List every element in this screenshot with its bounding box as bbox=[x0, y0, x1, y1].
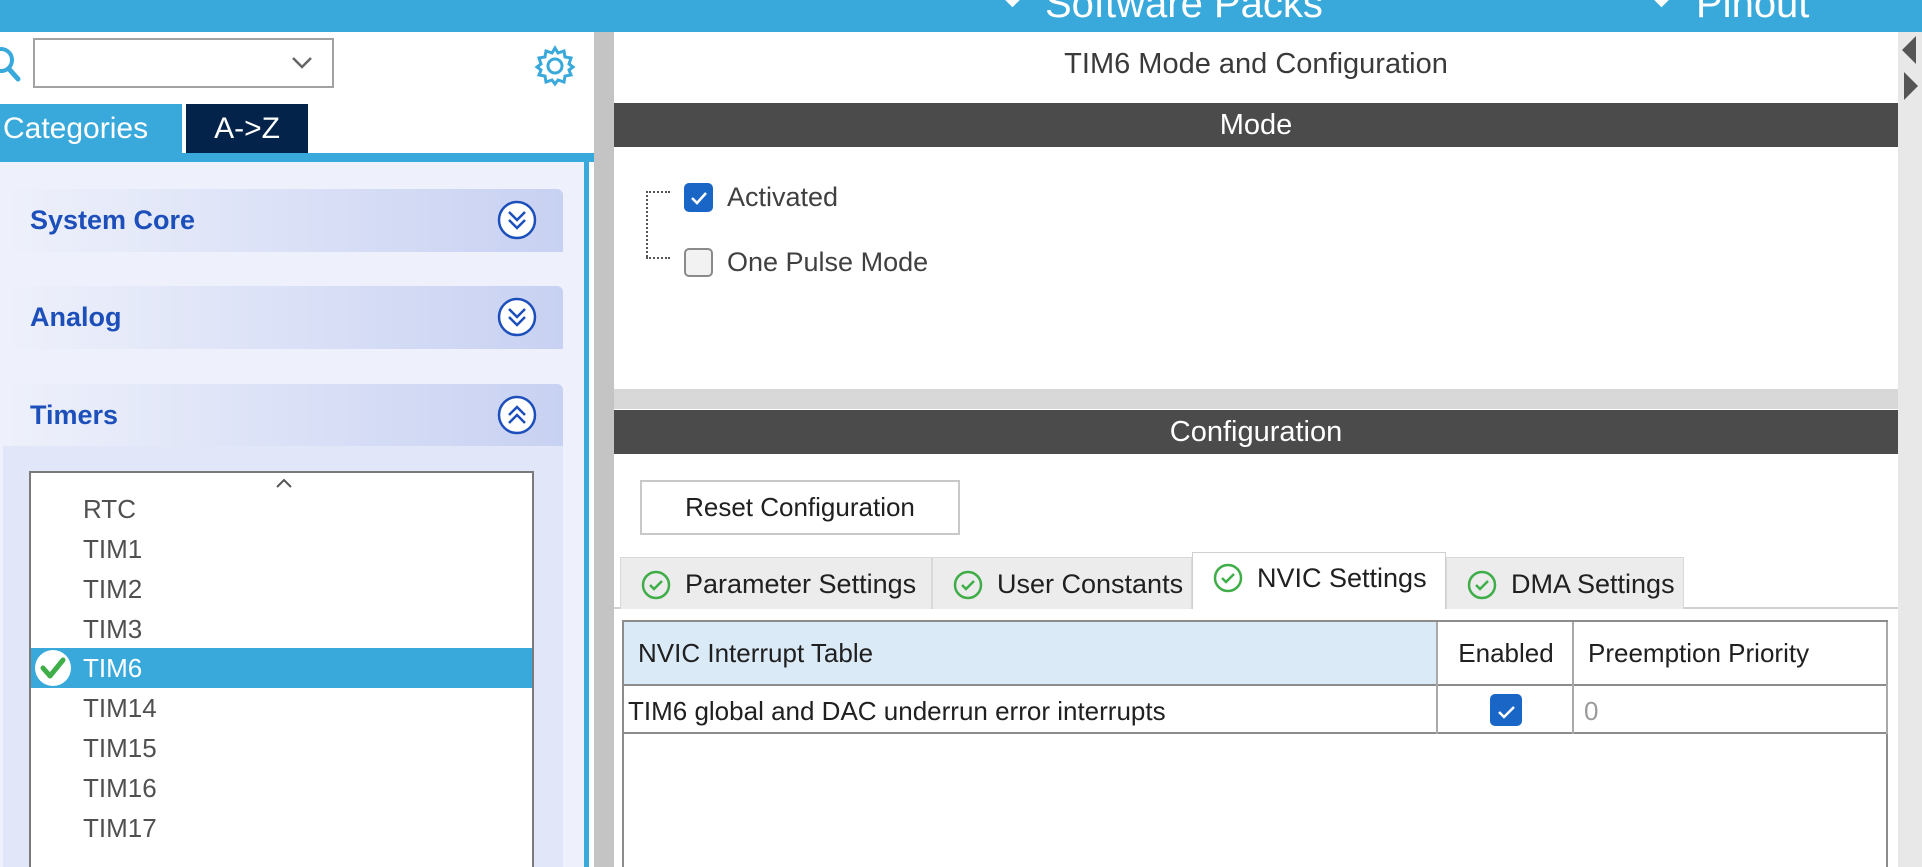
list-item-label: TIM15 bbox=[83, 733, 157, 763]
enabled-checkbox[interactable] bbox=[1490, 694, 1522, 726]
search-input[interactable] bbox=[33, 38, 334, 88]
tab-categories[interactable]: Categories bbox=[0, 104, 182, 153]
search-icon[interactable] bbox=[0, 44, 26, 84]
pinout-icon bbox=[1653, 0, 1670, 8]
scroll-up-icon[interactable] bbox=[274, 476, 294, 490]
tab-user-constants[interactable]: User Constants bbox=[932, 557, 1192, 609]
list-item-tim6[interactable]: TIM6 bbox=[31, 648, 532, 688]
chevron-down-icon[interactable] bbox=[290, 50, 314, 74]
checkmark-icon bbox=[1498, 706, 1515, 719]
list-item-label: TIM16 bbox=[83, 773, 157, 803]
category-analog[interactable]: Analog bbox=[3, 286, 563, 349]
timers-list[interactable]: RTC TIM1 TIM2 TIM3 TIM6 TIM14 TIM15 TIM1… bbox=[29, 471, 534, 867]
software-packs-menu[interactable]: Software Packs bbox=[1045, 0, 1323, 27]
column-divider bbox=[1436, 622, 1438, 734]
list-item-tim14[interactable]: TIM14 bbox=[31, 688, 532, 728]
check-circle-icon bbox=[35, 650, 71, 686]
activated-checkbox[interactable] bbox=[684, 183, 713, 212]
tree-connector bbox=[646, 191, 670, 193]
tab-underline bbox=[0, 153, 594, 162]
table-row-enabled-cell bbox=[1438, 684, 1574, 734]
expand-icon[interactable] bbox=[497, 200, 537, 240]
configuration-header: Configuration bbox=[614, 410, 1898, 454]
tab-a-to-z[interactable]: A->Z bbox=[186, 104, 308, 153]
check-circle-icon bbox=[641, 570, 671, 600]
tree-connector bbox=[646, 257, 670, 259]
tab-dma-settings[interactable]: DMA Settings bbox=[1446, 557, 1684, 609]
category-label: Timers bbox=[30, 400, 119, 430]
list-item-tim17[interactable]: TIM17 bbox=[31, 808, 532, 848]
list-item-tim3[interactable]: TIM3 bbox=[31, 609, 532, 649]
reset-configuration-button[interactable]: Reset Configuration bbox=[640, 480, 960, 535]
category-timers[interactable]: Timers bbox=[3, 384, 563, 447]
tab-label: User Constants bbox=[997, 569, 1184, 599]
list-item-label: TIM14 bbox=[83, 693, 157, 723]
one-pulse-mode-checkbox[interactable] bbox=[684, 248, 713, 277]
tab-label: NVIC Settings bbox=[1257, 563, 1427, 593]
activated-label: Activated bbox=[727, 182, 839, 212]
checkmark-icon bbox=[691, 192, 707, 205]
list-item-label: TIM2 bbox=[83, 574, 143, 604]
list-item-rtc[interactable]: RTC bbox=[31, 489, 532, 529]
list-item-label: TIM6 bbox=[83, 653, 143, 683]
gear-icon[interactable] bbox=[533, 44, 577, 88]
collapse-icon[interactable] bbox=[497, 395, 537, 435]
tab-parameter-settings[interactable]: Parameter Settings bbox=[620, 557, 932, 609]
tab-nvic-settings[interactable]: NVIC Settings bbox=[1192, 552, 1446, 609]
list-item-tim16[interactable]: TIM16 bbox=[31, 768, 532, 808]
pinout-menu[interactable]: Pinout bbox=[1696, 0, 1809, 27]
column-header-enabled[interactable]: Enabled bbox=[1438, 622, 1574, 684]
check-circle-icon bbox=[1467, 570, 1497, 600]
collapse-left-icon[interactable] bbox=[1902, 36, 1916, 64]
list-item-tim15[interactable]: TIM15 bbox=[31, 728, 532, 768]
expand-icon[interactable] bbox=[497, 297, 537, 337]
preemption-priority-value[interactable]: 0 bbox=[1574, 684, 1888, 734]
tab-label: DMA Settings bbox=[1511, 569, 1675, 599]
page-title: TIM6 Mode and Configuration bbox=[1064, 48, 1448, 80]
list-item-tim2[interactable]: TIM2 bbox=[31, 569, 532, 609]
table-row-interrupt-name[interactable]: TIM6 global and DAC underrun error inter… bbox=[624, 684, 1438, 734]
one-pulse-mode-label: One Pulse Mode bbox=[727, 247, 929, 277]
tree-connector bbox=[646, 191, 648, 257]
list-item-label: RTC bbox=[83, 494, 136, 524]
column-divider bbox=[1572, 622, 1574, 734]
check-circle-icon bbox=[1213, 563, 1243, 593]
list-item-tim1[interactable]: TIM1 bbox=[31, 529, 532, 569]
nvic-interrupt-table: NVIC Interrupt Table Enabled Preemption … bbox=[622, 620, 1888, 867]
mode-header: Mode bbox=[614, 103, 1898, 147]
software-packs-icon bbox=[1004, 0, 1021, 8]
column-divider bbox=[1886, 622, 1888, 734]
right-edge-scrollbar[interactable] bbox=[1898, 32, 1922, 867]
section-divider bbox=[614, 389, 1898, 409]
column-header-preemption-priority[interactable]: Preemption Priority bbox=[1574, 622, 1888, 684]
top-menu-bar: Software Packs Pinout bbox=[0, 0, 1922, 32]
left-panel-edge bbox=[584, 162, 589, 867]
column-header-interrupt[interactable]: NVIC Interrupt Table bbox=[624, 622, 1438, 684]
category-label: Analog bbox=[30, 302, 122, 332]
category-system-core[interactable]: System Core bbox=[3, 189, 563, 252]
tab-label: Parameter Settings bbox=[685, 569, 917, 599]
category-label: System Core bbox=[30, 205, 196, 235]
list-item-label: TIM17 bbox=[83, 813, 157, 843]
expand-right-icon[interactable] bbox=[1904, 72, 1918, 100]
list-item-label: TIM1 bbox=[83, 534, 143, 564]
check-circle-icon bbox=[953, 570, 983, 600]
panel-splitter[interactable] bbox=[594, 32, 614, 867]
list-item-label: TIM3 bbox=[83, 614, 143, 644]
